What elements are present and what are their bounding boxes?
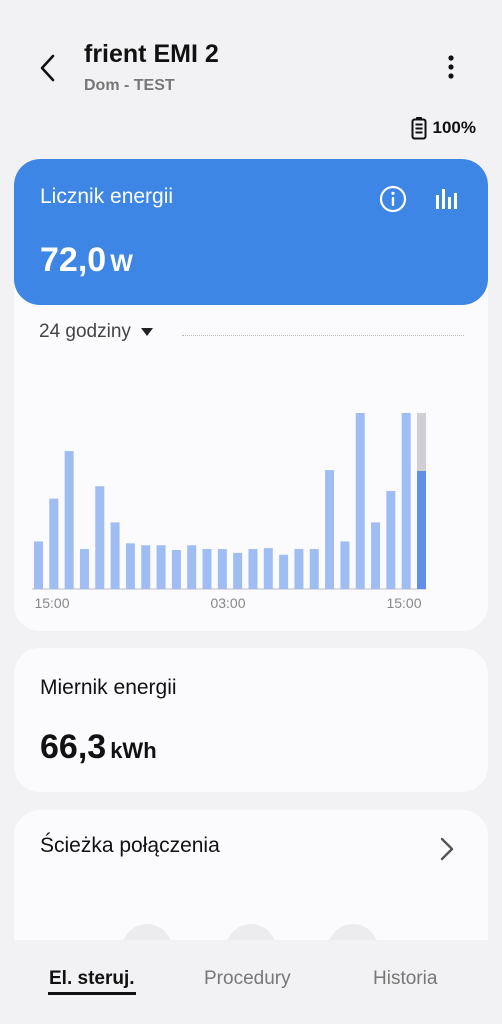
chart-bar[interactable] <box>95 486 105 589</box>
power-value: 72,0 <box>40 241 107 279</box>
statistics-button[interactable] <box>432 185 462 215</box>
device-title: frient EMI 2 <box>84 40 219 68</box>
more-vertical-icon <box>448 55 454 79</box>
power-reading: 72,0 W <box>40 241 133 280</box>
period-label: 24 godziny <box>39 321 131 342</box>
chart-bar[interactable] <box>294 549 304 589</box>
caret-down-icon <box>140 328 153 336</box>
chart-bar[interactable] <box>171 549 181 589</box>
chart-bar[interactable] <box>125 543 135 589</box>
chart-bar[interactable] <box>340 541 350 589</box>
chart-bar[interactable] <box>141 545 151 589</box>
chart-bar[interactable] <box>248 549 258 589</box>
chart-bar[interactable] <box>371 522 381 589</box>
meter-value: 66,3 <box>40 728 107 766</box>
chart-x-tick-label: 15:00 <box>386 595 421 611</box>
more-options-button[interactable] <box>436 52 466 82</box>
tab-history[interactable]: Historia <box>373 968 437 990</box>
energy-card-header[interactable]: Licznik energii 72,0 W <box>14 159 488 305</box>
chart-bar[interactable] <box>49 498 59 589</box>
tab-controls[interactable]: El. steruj. <box>49 968 135 990</box>
header: frient EMI 2 Dom - TEST 100% <box>0 0 502 150</box>
connection-path-card[interactable]: Ścieżka połączenia <box>14 810 488 950</box>
meter-card[interactable]: Miernik energii 66,3 kWh <box>14 648 488 792</box>
bar-chart-icon <box>436 189 457 209</box>
period-divider <box>182 335 464 336</box>
chevron-right-icon <box>440 837 454 861</box>
battery-status: 100% <box>411 116 476 140</box>
chart-bar[interactable] <box>64 451 74 589</box>
device-page: frient EMI 2 Dom - TEST 100% Licznik ene… <box>0 0 502 1024</box>
back-button[interactable] <box>30 50 66 86</box>
chart-bar[interactable] <box>355 413 365 589</box>
bottom-tabs: El. steruj. Procedury Historia <box>0 940 502 1024</box>
active-tab-indicator <box>48 992 136 995</box>
chart-x-tick-label: 03:00 <box>210 595 245 611</box>
meter-label: Miernik energii <box>40 676 177 699</box>
chart-bar[interactable] <box>263 548 273 589</box>
energy-card: Licznik energii 72,0 W 24 godziny 15:00 … <box>14 159 488 631</box>
meter-unit: kWh <box>110 738 157 763</box>
energy-label: Licznik energii <box>40 185 174 208</box>
connection-path-label: Ścieżka połączenia <box>40 834 220 857</box>
connection-path-open[interactable] <box>434 836 460 862</box>
battery-percent: 100% <box>432 118 476 137</box>
battery-icon <box>411 117 427 140</box>
chart-bar[interactable] <box>202 549 212 589</box>
chart-bar[interactable] <box>386 491 396 589</box>
chart-bar[interactable] <box>110 522 120 589</box>
meter-reading: 66,3 kWh <box>40 728 157 767</box>
chart-bar[interactable] <box>325 470 335 589</box>
tab-routines[interactable]: Procedury <box>204 968 291 990</box>
chart-bar[interactable] <box>217 549 227 589</box>
device-location: Dom - TEST <box>84 77 175 94</box>
chart-bar[interactable] <box>309 549 319 589</box>
energy-chart: 15:00 03:00 15:00 <box>32 413 426 611</box>
chart-bar[interactable] <box>156 545 166 589</box>
info-icon <box>379 185 407 213</box>
period-dropdown[interactable]: 24 godziny <box>39 321 153 343</box>
chart-bar[interactable] <box>34 541 43 589</box>
chart-bar[interactable] <box>233 552 243 589</box>
power-unit: W <box>110 250 133 277</box>
chart-bar[interactable] <box>279 554 289 589</box>
chart-x-tick-label: 15:00 <box>34 595 69 611</box>
info-button[interactable] <box>378 184 408 214</box>
chart-bar[interactable] <box>79 549 89 589</box>
chart-bar[interactable] <box>401 413 411 589</box>
chevron-left-icon <box>40 54 55 82</box>
chart-bar[interactable] <box>417 471 426 589</box>
chart-bar[interactable] <box>187 545 197 589</box>
